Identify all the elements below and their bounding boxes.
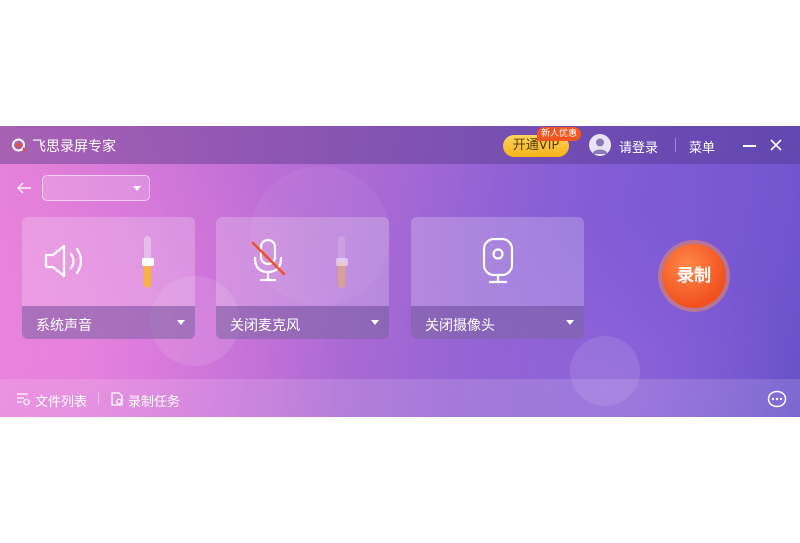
mode-select[interactable] [42, 175, 150, 201]
file-list-icon [17, 393, 30, 406]
close-button[interactable] [769, 138, 783, 152]
system-audio-select[interactable]: 系统声音 [22, 306, 195, 339]
system-audio-label: 系统声音 [36, 318, 92, 334]
speaker-icon[interactable] [42, 241, 90, 281]
record-label: 录制 [677, 266, 711, 286]
app-title: 飞思录屏专家 [32, 139, 116, 155]
app-window: 飞思录屏专家 开通VIP 新人优惠 请登录 菜单 系统声音 关闭麦克风 关闭摄像… [0, 126, 800, 417]
record-task-icon [111, 392, 123, 406]
minimize-button[interactable] [743, 145, 756, 147]
bottom-bar: 文件列表 录制任务 [0, 379, 800, 417]
divider [675, 138, 676, 152]
camera-select[interactable]: 关闭摄像头 [411, 306, 584, 339]
file-list-link[interactable]: 文件列表 [35, 391, 87, 410]
record-button[interactable]: 录制 [662, 244, 726, 308]
title-bar: 飞思录屏专家 开通VIP 新人优惠 请登录 菜单 [0, 126, 800, 164]
back-arrow-icon[interactable] [16, 181, 32, 195]
system-audio-card: 系统声音 [22, 217, 195, 339]
chevron-down-icon [371, 320, 379, 325]
menu-button[interactable]: 菜单 [689, 137, 715, 156]
camera-card: 关闭摄像头 [411, 217, 584, 339]
divider [98, 392, 99, 405]
microphone-label: 关闭麦克风 [230, 318, 300, 334]
login-link[interactable]: 请登录 [619, 137, 658, 156]
avatar[interactable] [589, 134, 611, 156]
microphone-select[interactable]: 关闭麦克风 [216, 306, 389, 339]
chevron-down-icon [133, 186, 141, 191]
camera-label: 关闭摄像头 [425, 318, 495, 334]
microphone-card: 关闭麦克风 [216, 217, 389, 339]
feedback-chat-icon[interactable] [767, 390, 787, 408]
user-icon [592, 138, 608, 154]
record-tasks-link[interactable]: 录制任务 [128, 391, 180, 410]
webcam-icon[interactable] [481, 236, 515, 286]
system-volume-knob[interactable] [141, 258, 154, 266]
vip-promo-badge: 新人优惠 [537, 127, 582, 141]
chevron-down-icon [177, 320, 185, 325]
chevron-down-icon [566, 320, 574, 325]
app-logo-icon [12, 138, 26, 152]
microphone-off-icon[interactable] [248, 237, 288, 285]
microphone-volume-knob[interactable] [335, 258, 348, 266]
